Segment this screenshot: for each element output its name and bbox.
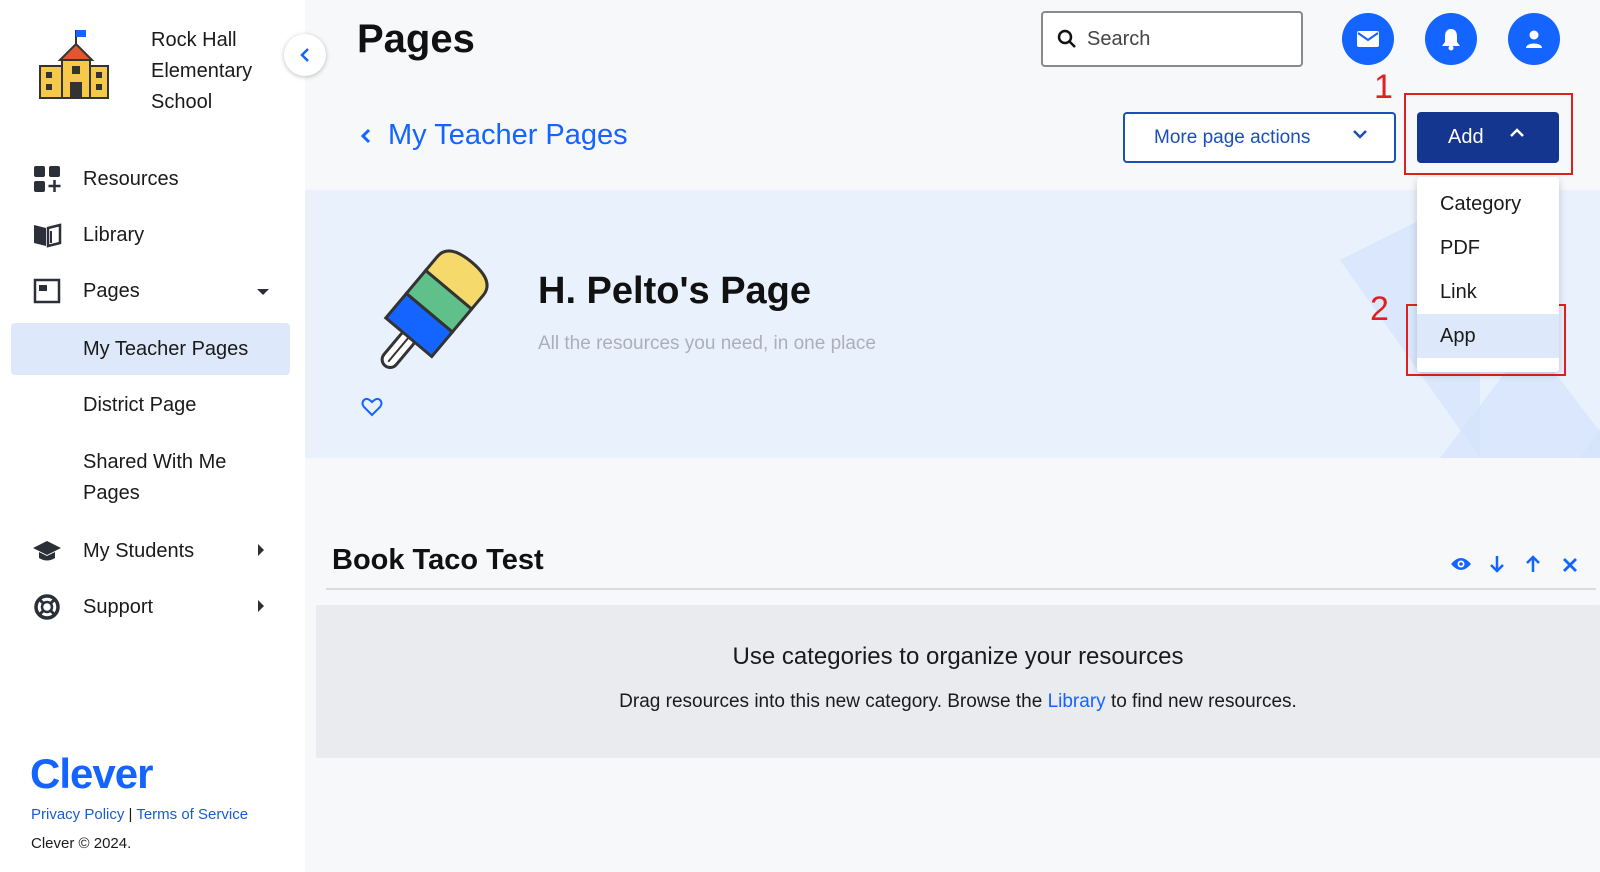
library-link[interactable]: Library [1048, 691, 1106, 712]
favorite-button[interactable] [361, 397, 383, 422]
teacher-page-title: H. Pelto's Page [538, 270, 812, 312]
footer-links: Privacy Policy | Terms of Service [31, 806, 248, 823]
menu-item-app[interactable]: App [1417, 314, 1559, 358]
caret-down-icon [256, 280, 270, 303]
sidebar-item-resources[interactable]: Resources [0, 154, 305, 204]
empty-desc-text: to find new resources. [1110, 691, 1297, 712]
page-layout-icon [32, 276, 62, 306]
more-actions-label: More page actions [1154, 126, 1311, 148]
menu-item-category[interactable]: Category [1417, 182, 1559, 226]
messages-button[interactable] [1342, 13, 1394, 65]
privacy-policy-link[interactable]: Privacy Policy [31, 806, 124, 823]
school-name: Rock Hall Elementary School [151, 29, 253, 113]
popsicle-icon [380, 249, 489, 369]
sidebar-item-library[interactable]: Library [0, 210, 305, 260]
school-building-icon [39, 30, 109, 99]
category-title: Book Taco Test [332, 544, 544, 576]
sidebar: Rock Hall Elementary School Resources Li… [0, 0, 305, 872]
add-dropdown-menu: Category PDF Link App [1417, 177, 1559, 372]
more-page-actions-button[interactable]: More page actions [1123, 112, 1396, 163]
divider [326, 588, 1596, 590]
back-link-label: My Teacher Pages [388, 119, 628, 151]
notifications-button[interactable] [1425, 13, 1477, 65]
sidebar-item-label: Pages [83, 279, 140, 302]
terms-of-service-link[interactable]: Terms of Service [136, 806, 248, 823]
user-icon [1526, 30, 1542, 48]
life-ring-icon [32, 592, 62, 622]
sidebar-item-label: Resources [83, 167, 179, 190]
sidebar-item-label: Support [83, 595, 154, 618]
chevron-left-icon [300, 48, 309, 62]
sidebar-item-label: My Students [83, 539, 195, 562]
sidebar-item-my-students[interactable]: My Students [0, 526, 305, 576]
copyright: Clever © 2024. [31, 835, 132, 852]
sidebar-subitem-my-teacher-pages[interactable]: My Teacher Pages [11, 323, 290, 375]
sidebar-subitem-shared-with-me[interactable]: Shared With Me Pages [11, 447, 251, 509]
move-down-button[interactable] [1489, 554, 1505, 579]
sidebar-subitem-district-page[interactable]: District Page [11, 390, 290, 421]
search-placeholder: Search [1087, 27, 1151, 50]
collapse-sidebar-button[interactable] [284, 34, 326, 76]
footer-separator: | [128, 806, 133, 823]
search-icon [1057, 29, 1076, 48]
clever-logo: Clever [30, 750, 153, 797]
toggle-visibility-button[interactable] [1450, 556, 1472, 577]
arrow-down-icon [1490, 556, 1504, 573]
sidebar-item-pages[interactable]: Pages [0, 266, 305, 316]
chevron-down-icon [1353, 130, 1367, 139]
sidebar-item-support[interactable]: Support [0, 582, 305, 632]
move-up-button[interactable] [1525, 554, 1541, 579]
empty-state-description: Drag resources into this new category. B… [316, 691, 1600, 713]
caret-right-icon [256, 596, 266, 619]
page-title: Pages [357, 17, 475, 61]
chevron-left-icon [360, 128, 371, 143]
grid-plus-icon [32, 164, 62, 194]
caret-right-icon [256, 540, 266, 563]
category-drop-zone[interactable]: Use categories to organize your resource… [316, 605, 1600, 758]
teacher-page-subtitle: All the resources you need, in one place [538, 333, 876, 354]
annotation-number-2: 2 [1370, 290, 1389, 328]
sidebar-item-label: Library [83, 223, 145, 246]
empty-desc-text: Drag resources into this new category. B… [619, 691, 1043, 712]
book-icon [32, 220, 62, 250]
menu-item-link[interactable]: Link [1417, 270, 1559, 314]
search-input[interactable]: Search [1041, 11, 1303, 67]
annotation-box-1 [1404, 93, 1573, 175]
arrow-up-icon [1526, 555, 1540, 572]
mail-icon [1357, 31, 1379, 47]
empty-state-title: Use categories to organize your resource… [732, 643, 1184, 670]
close-icon [1563, 558, 1577, 572]
school-header: Rock Hall Elementary School [30, 22, 252, 113]
back-to-my-teacher-pages-link[interactable]: My Teacher Pages [360, 119, 628, 152]
profile-button[interactable] [1508, 13, 1560, 65]
heart-icon [361, 397, 383, 417]
menu-item-pdf[interactable]: PDF [1417, 226, 1559, 270]
bell-icon [1442, 29, 1460, 51]
eye-icon [1451, 558, 1471, 570]
delete-category-button[interactable] [1562, 557, 1578, 578]
graduation-cap-icon [32, 536, 62, 566]
annotation-number-1: 1 [1374, 68, 1393, 106]
